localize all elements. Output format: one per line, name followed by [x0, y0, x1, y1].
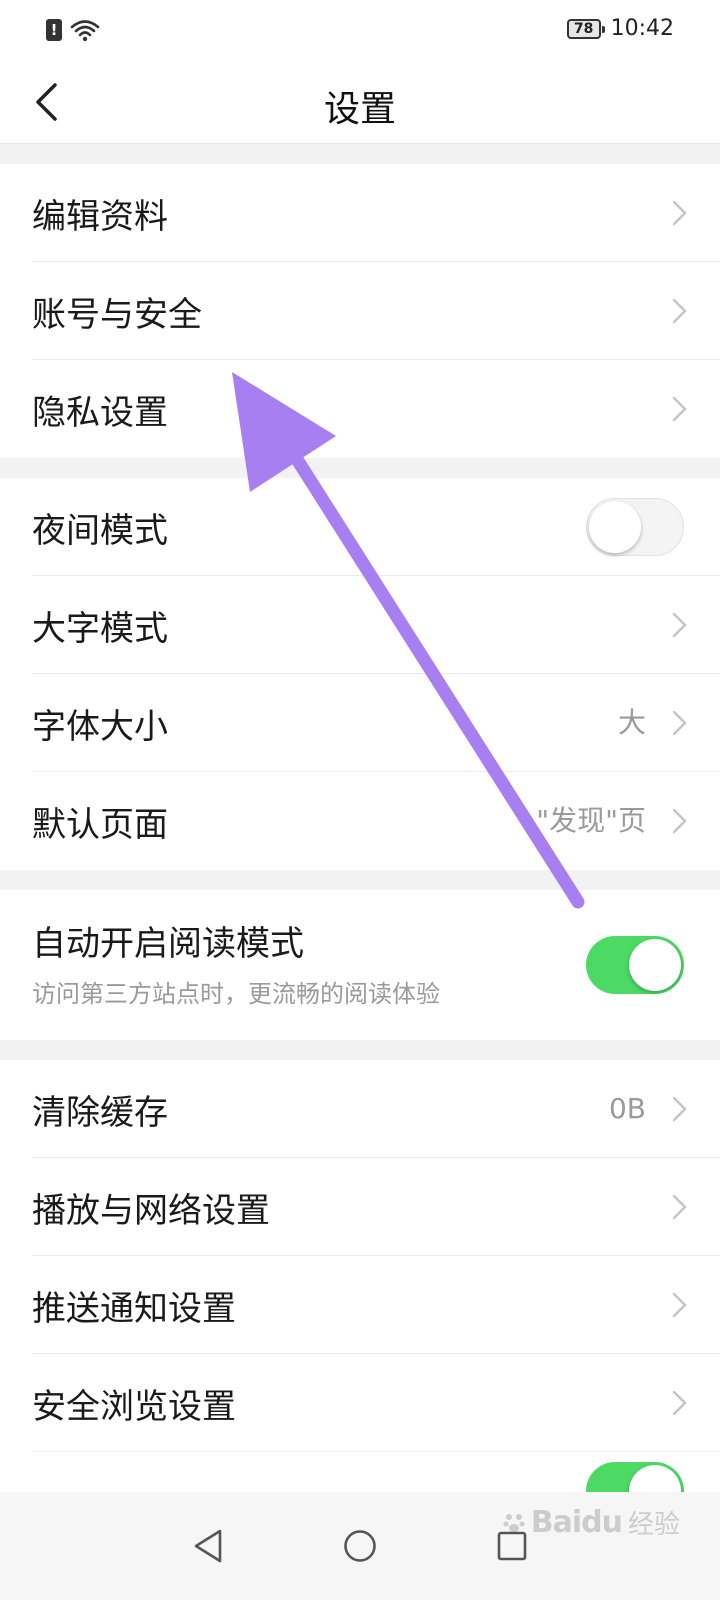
- chevron-right-icon: [672, 200, 687, 226]
- row-label: 编辑资料: [32, 196, 168, 237]
- settings-row-large-text[interactable]: 大字模式: [0, 576, 720, 674]
- section-gap: [0, 870, 720, 890]
- settings-row-night-mode: 夜间模式: [0, 478, 720, 576]
- row-label: 账号与安全: [32, 294, 202, 335]
- settings-group-display: 夜间模式 大字模式 字体大小 大 默认页面 "发现"页: [0, 478, 720, 870]
- settings-list: 编辑资料 账号与安全 隐私设置 夜间模式 大字模式 字体大小 大 默认页面 "发…: [0, 144, 720, 1512]
- nav-home-button[interactable]: [328, 1514, 392, 1578]
- section-gap: [0, 144, 720, 164]
- battery-icon: 78: [566, 18, 605, 39]
- settings-row-auto-reader-mode: 自动开启阅读模式 访问第三方站点时，更流畅的阅读体验: [0, 890, 720, 1040]
- settings-row-account-security[interactable]: 账号与安全: [0, 262, 720, 360]
- settings-screen: 78 10:42 设置 编辑资料 账号与安全 隐私设: [0, 0, 720, 1600]
- wifi-icon: [70, 20, 100, 42]
- watermark-latin: Baidu: [530, 1505, 623, 1540]
- status-icons-right: 78 10:42: [566, 16, 674, 41]
- page-title: 设置: [323, 89, 396, 130]
- chevron-right-icon: [672, 1096, 687, 1122]
- settings-row-push-notifications[interactable]: 推送通知设置: [0, 1256, 720, 1354]
- row-label: 自动开启阅读模式: [32, 923, 304, 964]
- toggle-knob: [629, 939, 681, 991]
- status-bar: 78 10:42: [0, 0, 720, 60]
- settings-group-system: 清除缓存 0B 播放与网络设置 推送通知设置 安全浏览设置: [0, 1060, 720, 1512]
- circle-home-icon: [344, 1530, 376, 1562]
- chevron-right-icon: [672, 1390, 687, 1416]
- settings-row-clear-cache[interactable]: 清除缓存 0B: [0, 1060, 720, 1158]
- settings-group-reader: 自动开启阅读模式 访问第三方站点时，更流畅的阅读体验: [0, 890, 720, 1040]
- cache-size-value: 0B: [608, 1092, 646, 1125]
- row-sublabel: 访问第三方站点时，更流畅的阅读体验: [32, 979, 440, 1008]
- paw-logo-icon: [503, 1513, 525, 1532]
- row-label: 隐私设置: [32, 392, 168, 433]
- row-label: 默认页面: [32, 804, 168, 845]
- sim-alert-icon: [46, 19, 62, 41]
- section-gap: [0, 1040, 720, 1060]
- nav-back-button[interactable]: [176, 1514, 240, 1578]
- settings-row-playback-network[interactable]: 播放与网络设置: [0, 1158, 720, 1256]
- row-label: 大字模式: [32, 608, 168, 649]
- row-label: 清除缓存: [32, 1092, 168, 1133]
- default-page-value: "发现"页: [536, 804, 646, 837]
- settings-row-safe-browsing[interactable]: 安全浏览设置: [0, 1354, 720, 1452]
- status-icons-left: [46, 18, 100, 42]
- chevron-right-icon: [672, 710, 687, 736]
- triangle-back-icon: [194, 1529, 222, 1563]
- baidu-watermark: Baidu 经验: [503, 1504, 680, 1541]
- chevron-right-icon: [672, 298, 687, 324]
- night-mode-toggle[interactable]: [586, 498, 684, 556]
- row-label: 播放与网络设置: [32, 1190, 270, 1231]
- watermark-chinese: 经验: [627, 1510, 680, 1540]
- title-bar: 设置: [0, 60, 720, 144]
- auto-reader-mode-toggle[interactable]: [586, 936, 684, 994]
- chevron-right-icon: [672, 1194, 687, 1220]
- chevron-right-icon: [672, 1292, 687, 1318]
- chevron-right-icon: [672, 396, 687, 422]
- status-time: 10:42: [610, 16, 674, 41]
- row-label: 夜间模式: [32, 510, 168, 551]
- settings-group-account: 编辑资料 账号与安全 隐私设置: [0, 164, 720, 458]
- row-label: 推送通知设置: [32, 1288, 236, 1329]
- section-gap: [0, 458, 720, 478]
- settings-row-privacy[interactable]: 隐私设置: [0, 360, 720, 458]
- row-label: 安全浏览设置: [32, 1386, 236, 1427]
- font-size-value: 大: [617, 706, 646, 739]
- row-label: 字体大小: [32, 706, 168, 747]
- settings-row-edit-profile[interactable]: 编辑资料: [0, 164, 720, 262]
- chevron-right-icon: [672, 808, 687, 834]
- settings-row-font-size[interactable]: 字体大小 大: [0, 674, 720, 772]
- settings-row-default-page[interactable]: 默认页面 "发现"页: [0, 772, 720, 870]
- toggle-knob: [589, 501, 641, 553]
- chevron-right-icon: [672, 612, 687, 638]
